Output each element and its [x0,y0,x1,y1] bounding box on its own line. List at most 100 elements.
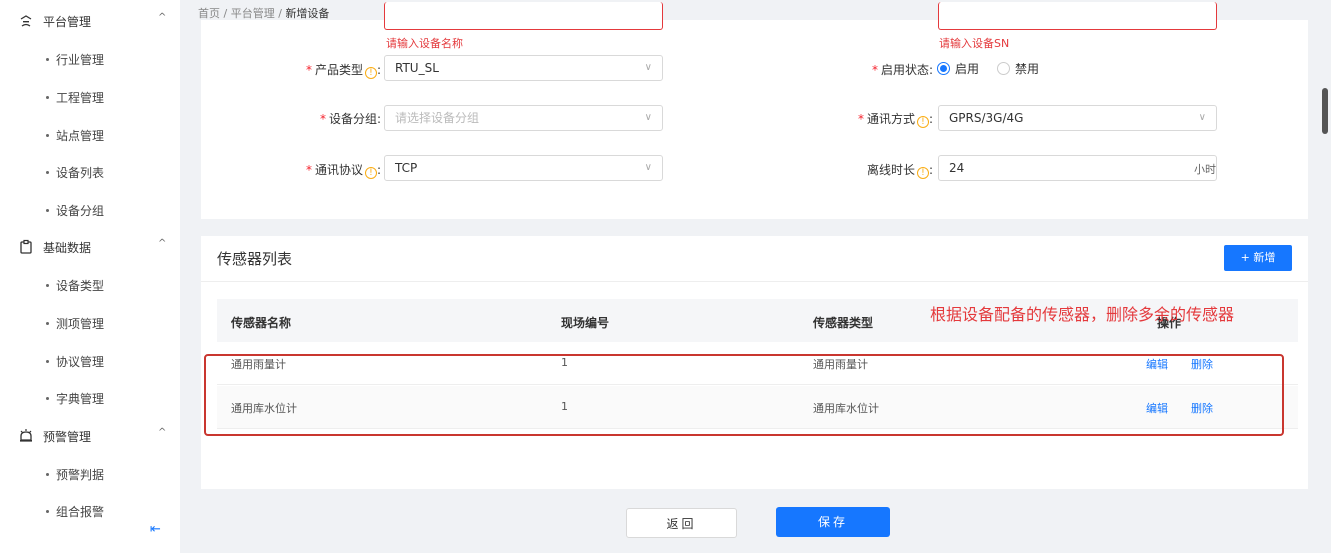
sidebar-item-device-type[interactable]: 设备类型 [0,267,180,303]
sidebar-item-label: 设备分组 [56,204,105,218]
breadcrumb-separator: / [278,7,282,20]
sidebar-item-project[interactable]: 工程管理 [0,79,180,115]
back-button[interactable]: 返回 [626,508,737,538]
sidebar-group-alarm[interactable]: 预警管理 ^ [0,417,180,455]
product-type-select[interactable]: RTU_SL ∨ [384,55,663,81]
sidebar-item-label: 组合报警 [56,505,105,519]
bullet-dot [46,209,49,212]
sidebar-item-measure[interactable]: 测项管理 [0,305,180,341]
radio-unchecked-icon [997,62,1010,75]
sidebar-item-alarm-criteria[interactable]: 预警判据 [0,456,180,492]
chevron-up-icon: ^ [158,238,167,249]
collapse-sidebar-icon[interactable]: ⇤ [150,522,168,540]
radio-label: 禁用 [1015,62,1040,76]
info-icon[interactable]: ! [364,67,377,79]
annotation-text: 根据设备配备的传感器，删除多余的传感器 [930,305,1235,324]
sidebar-item-label: 站点管理 [56,129,105,143]
bullet-dot [46,96,49,99]
edit-link[interactable]: 编辑 [1146,356,1168,372]
comm-protocol-select[interactable]: TCP ∨ [384,155,663,181]
chevron-down-icon: ∨ [644,112,652,123]
device-name-error: 请输入设备名称 [386,37,463,50]
sidebar-item-station[interactable]: 站点管理 [0,117,180,153]
sensor-type-cell: 通用雨量计 [813,358,868,371]
alarm-icon [20,429,32,442]
sidebar-item-dictionary[interactable]: 字典管理 [0,380,180,416]
required-mark: * [305,63,312,77]
sidebar-group-platform[interactable]: 平台管理 ^ [0,2,180,40]
breadcrumb-current: 新增设备 [285,7,330,20]
sidebar-item-device-list[interactable]: 设备列表 [0,154,180,190]
bullet-dot [46,322,49,325]
label-text: 通讯协议 [314,163,363,177]
sidebar-item-label: 测项管理 [56,317,105,331]
sidebar: 平台管理 ^ 行业管理 工程管理 站点管理 设备列表 设备分组 基础数据 ^ 设… [0,0,180,553]
comm-mode-select[interactable]: GPRS/3G/4G ∨ [938,105,1217,131]
colon: : [376,112,381,126]
label-text: 设备分组 [328,112,377,126]
sensor-list-card: 传感器列表 + 新增 传感器名称 现场编号 传感器类型 操作 通用雨量计 1 通… [201,236,1308,489]
add-sensor-button[interactable]: + 新增 [1224,245,1292,271]
offline-duration-input[interactable]: 24 [938,155,1217,181]
delete-link[interactable]: 删除 [1191,400,1213,416]
clipboard-icon [20,239,32,254]
sensor-code-cell: 1 [561,356,568,369]
bullet-dot [46,397,49,400]
sensor-name-cell: 通用库水位计 [231,402,297,415]
info-icon[interactable]: ! [364,167,377,179]
label-text: 离线时长 [866,163,915,177]
colon: : [928,163,933,177]
edit-link[interactable]: 编辑 [1146,400,1168,416]
select-value: GPRS/3G/4G [949,111,1024,125]
sidebar-item-label: 设备类型 [56,279,105,293]
table-row: 通用雨量计 1 通用雨量计 编辑 删除 [217,342,1298,385]
sidebar-item-label: 协议管理 [56,355,105,369]
column-header: 传感器类型 [813,316,874,330]
bullet-dot [46,473,49,476]
platform-icon [20,15,32,27]
info-icon[interactable]: ! [916,116,929,128]
status-radio-disabled[interactable]: 禁用 [997,60,1039,77]
product-type-label: * 产品类型!: [301,61,381,79]
sidebar-item-label: 工程管理 [56,91,105,105]
breadcrumb: 首页 / 平台管理 / 新增设备 [198,5,329,21]
colon: : [928,112,933,126]
colon: : [928,63,933,77]
device-sn-input[interactable] [938,2,1217,30]
sidebar-item-device-group[interactable]: 设备分组 [0,192,180,228]
sensor-type-cell: 通用库水位计 [813,402,879,415]
scrollbar-thumb[interactable] [1322,88,1328,134]
sidebar-group-basic-data[interactable]: 基础数据 ^ [0,228,180,266]
bullet-dot [46,134,49,137]
bullet-dot [46,171,49,174]
sidebar-item-protocol[interactable]: 协议管理 [0,343,180,379]
sidebar-item-label: 设备列表 [56,166,105,180]
required-mark: * [319,112,326,126]
breadcrumb-platform[interactable]: 平台管理 [231,7,275,20]
sidebar-item-industry[interactable]: 行业管理 [0,41,180,77]
breadcrumb-home[interactable]: 首页 [198,7,220,20]
breadcrumb-separator: / [223,7,228,20]
delete-link[interactable]: 删除 [1191,356,1213,372]
device-name-input[interactable] [384,2,663,30]
device-group-select[interactable]: 请选择设备分组 ∨ [384,105,663,131]
status-radio-enabled[interactable]: 启用 [937,60,979,77]
label-text: 启用状态 [880,63,929,77]
column-header: 现场编号 [561,316,610,330]
chevron-down-icon: ∨ [1198,112,1206,123]
divider [201,281,1308,282]
offline-duration-label: 离线时长!: [851,161,933,179]
chevron-up-icon: ^ [158,427,167,438]
info-icon[interactable]: ! [916,167,929,179]
select-placeholder: 请选择设备分组 [395,111,480,125]
radio-checked-icon [937,62,950,75]
comm-protocol-label: * 通讯协议!: [291,161,381,179]
required-mark: * [871,63,878,77]
label-text: 产品类型 [314,63,363,77]
table-row: 通用库水位计 1 通用库水位计 编辑 删除 [217,386,1298,429]
bullet-dot [46,510,49,513]
chevron-down-icon: ∨ [644,162,652,173]
save-button[interactable]: 保存 [776,507,890,537]
label-text: 通讯方式 [866,112,915,126]
input-value: 24 [949,161,965,175]
